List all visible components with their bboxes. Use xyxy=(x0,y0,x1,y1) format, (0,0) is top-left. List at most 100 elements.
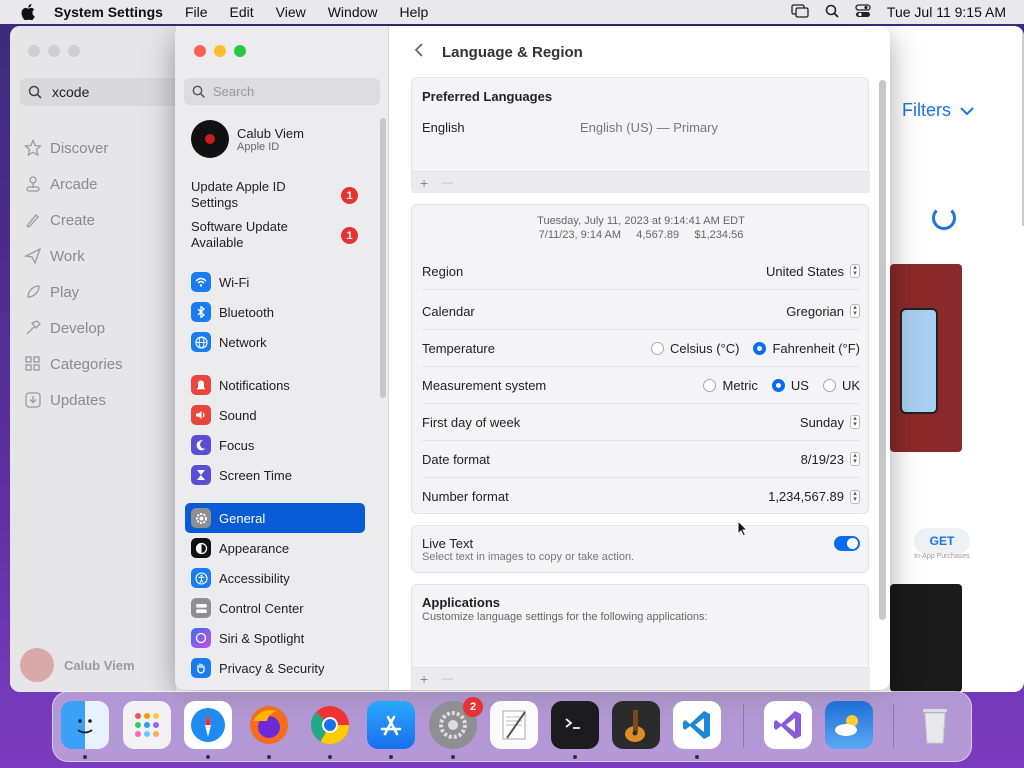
app-store-search-input[interactable]: xcode xyxy=(20,78,180,106)
live-text-toggle[interactable] xyxy=(834,536,860,551)
nav-updates[interactable]: Updates xyxy=(24,382,123,418)
nav-discover[interactable]: Discover xyxy=(24,130,123,166)
dock-garageband-icon[interactable] xyxy=(612,701,660,749)
back-button[interactable] xyxy=(414,42,424,62)
format-preview: Tuesday, July 11, 2023 at 9:14:41 AM EDT… xyxy=(412,214,870,242)
sidebar-item-siri-spotlight[interactable]: Siri & Spotlight xyxy=(185,623,365,653)
live-text-card: Live Text Select text in images to copy … xyxy=(411,525,869,573)
search-icon xyxy=(192,85,205,98)
hammer-icon xyxy=(26,320,41,335)
nav-develop[interactable]: Develop xyxy=(24,310,123,346)
software-update-alert[interactable]: Software Update Available 1 xyxy=(191,219,371,251)
dock-visual-studio-icon[interactable] xyxy=(764,701,812,749)
dock-trash-icon[interactable] xyxy=(911,701,959,749)
screen-mirroring-icon[interactable] xyxy=(791,3,809,21)
sidebar-item-control-center[interactable]: Control Center xyxy=(185,593,365,623)
sidebar-item-appearance[interactable]: Appearance xyxy=(185,533,365,563)
number-format-popup[interactable]: 1,234,567.89 ▴ ▾ xyxy=(768,489,860,504)
apple-id-profile[interactable]: Calub Viem Apple ID xyxy=(191,120,304,158)
remove-language-button[interactable]: — xyxy=(442,177,453,189)
nav-play[interactable]: Play xyxy=(24,274,123,310)
sidebar-item-wifi[interactable]: Wi-Fi xyxy=(185,267,365,297)
dock-firefox-icon[interactable] xyxy=(245,701,293,749)
minimize-button[interactable] xyxy=(214,45,226,57)
content-scrollbar[interactable] xyxy=(879,80,886,620)
uk-radio[interactable]: UK xyxy=(822,378,860,393)
celsius-radio[interactable]: Celsius (°C) xyxy=(650,341,739,356)
format-preview-date: Tuesday, July 11, 2023 at 9:14:41 AM EDT xyxy=(537,215,745,227)
update-apple-id-alert[interactable]: Update Apple ID Settings 1 xyxy=(191,179,371,211)
dock-vscode-icon[interactable] xyxy=(673,701,721,749)
menu-view[interactable]: View xyxy=(276,4,306,20)
fahrenheit-radio[interactable]: Fahrenheit (°F) xyxy=(753,341,860,356)
close-button[interactable] xyxy=(28,45,40,57)
settings-search-input[interactable]: Search xyxy=(184,78,380,105)
nav-categories[interactable]: Categories xyxy=(24,346,123,382)
region-format-card: Tuesday, July 11, 2023 at 9:14:41 AM EDT… xyxy=(411,204,869,514)
menu-file[interactable]: File xyxy=(185,4,208,20)
settings-sidebar: Search Calub Viem Apple ID Update Apple … xyxy=(175,26,389,690)
sidebar-item-focus[interactable]: Focus xyxy=(185,430,365,460)
us-radio[interactable]: US xyxy=(771,378,809,393)
search-icon xyxy=(28,85,42,99)
remove-application-button[interactable]: — xyxy=(442,673,453,685)
date-format-popup[interactable]: 8/19/23 ▴ ▾ xyxy=(801,452,860,467)
menu-window[interactable]: Window xyxy=(328,4,378,20)
format-preview-numbers: 7/11/23, 9:14 AM 4,567.89 $1,234.56 xyxy=(538,229,744,241)
dock-finder-icon[interactable] xyxy=(61,701,109,749)
app-store-sidebar: xcode Discover Arcade Create Work Play D… xyxy=(10,26,180,692)
first-day-popup[interactable]: Sunday ▴ ▾ xyxy=(800,415,860,430)
system-settings-window: Search Calub Viem Apple ID Update Apple … xyxy=(175,26,890,690)
minimize-button[interactable] xyxy=(48,45,60,57)
dock-safari-icon[interactable] xyxy=(184,701,232,749)
add-application-button[interactable]: + xyxy=(420,671,428,687)
hand-icon xyxy=(191,658,211,678)
sidebar-item-network[interactable]: Network xyxy=(185,327,365,357)
apple-menu-icon[interactable] xyxy=(18,2,38,22)
dock-chrome-icon[interactable] xyxy=(306,701,354,749)
chevron-down-icon xyxy=(960,106,974,115)
control-center-menu-icon[interactable] xyxy=(855,3,871,21)
sidebar-item-bluetooth[interactable]: Bluetooth xyxy=(185,297,365,327)
sidebar-item-privacy-security[interactable]: Privacy & Security xyxy=(185,653,365,683)
menu-clock[interactable]: Tue Jul 11 9:15 AM xyxy=(887,4,1006,20)
rocket-icon xyxy=(27,285,40,298)
nav-work[interactable]: Work xyxy=(24,238,123,274)
menu-help[interactable]: Help xyxy=(400,4,429,20)
appearance-icon xyxy=(191,538,211,558)
filters-button[interactable]: Filters xyxy=(902,100,975,121)
app-store-account[interactable]: Calub Viem xyxy=(20,648,135,682)
stepper-icon: ▴ ▾ xyxy=(850,264,860,278)
close-button[interactable] xyxy=(194,45,206,57)
dock-app-store-icon[interactable] xyxy=(367,701,415,749)
nav-arcade[interactable]: Arcade xyxy=(24,166,123,202)
calendar-popup[interactable]: Gregorian ▴ ▾ xyxy=(786,304,860,319)
sidebar-item-notifications[interactable]: Notifications xyxy=(185,370,365,400)
menu-edit[interactable]: Edit xyxy=(230,4,254,20)
first-day-row: First day of week Sunday ▴ ▾ xyxy=(422,404,860,441)
nav-create[interactable]: Create xyxy=(24,202,123,238)
zoom-button[interactable] xyxy=(68,45,80,57)
date-format-row: Date format 8/19/23 ▴ ▾ xyxy=(422,441,860,478)
language-name[interactable]: English xyxy=(422,120,465,135)
zoom-button[interactable] xyxy=(234,45,246,57)
region-popup[interactable]: United States ▴ ▾ xyxy=(766,264,860,279)
dock-terminal-icon[interactable] xyxy=(551,701,599,749)
dock-textedit-icon[interactable] xyxy=(490,701,538,749)
dock-weather-icon[interactable] xyxy=(825,701,873,749)
sidebar-item-general[interactable]: General xyxy=(185,503,365,533)
add-language-button[interactable]: + xyxy=(420,175,428,191)
page-title: Language & Region xyxy=(442,43,583,61)
app-screenshot-thumbnail[interactable] xyxy=(890,264,962,452)
get-button[interactable]: GET xyxy=(914,528,970,554)
menu-app-name[interactable]: System Settings xyxy=(54,4,163,20)
metric-radio[interactable]: Metric xyxy=(703,378,758,393)
sidebar-item-sound[interactable]: Sound xyxy=(185,400,365,430)
app-preview-thumbnail[interactable] xyxy=(890,584,962,692)
spotlight-search-icon[interactable] xyxy=(825,4,839,21)
applications-card: Applications Customize language settings… xyxy=(411,584,870,690)
sidebar-item-screen-time[interactable]: Screen Time xyxy=(185,460,365,490)
sidebar-scrollbar[interactable] xyxy=(380,118,386,398)
sidebar-item-accessibility[interactable]: Accessibility xyxy=(185,563,365,593)
dock-launchpad-icon[interactable] xyxy=(123,701,171,749)
